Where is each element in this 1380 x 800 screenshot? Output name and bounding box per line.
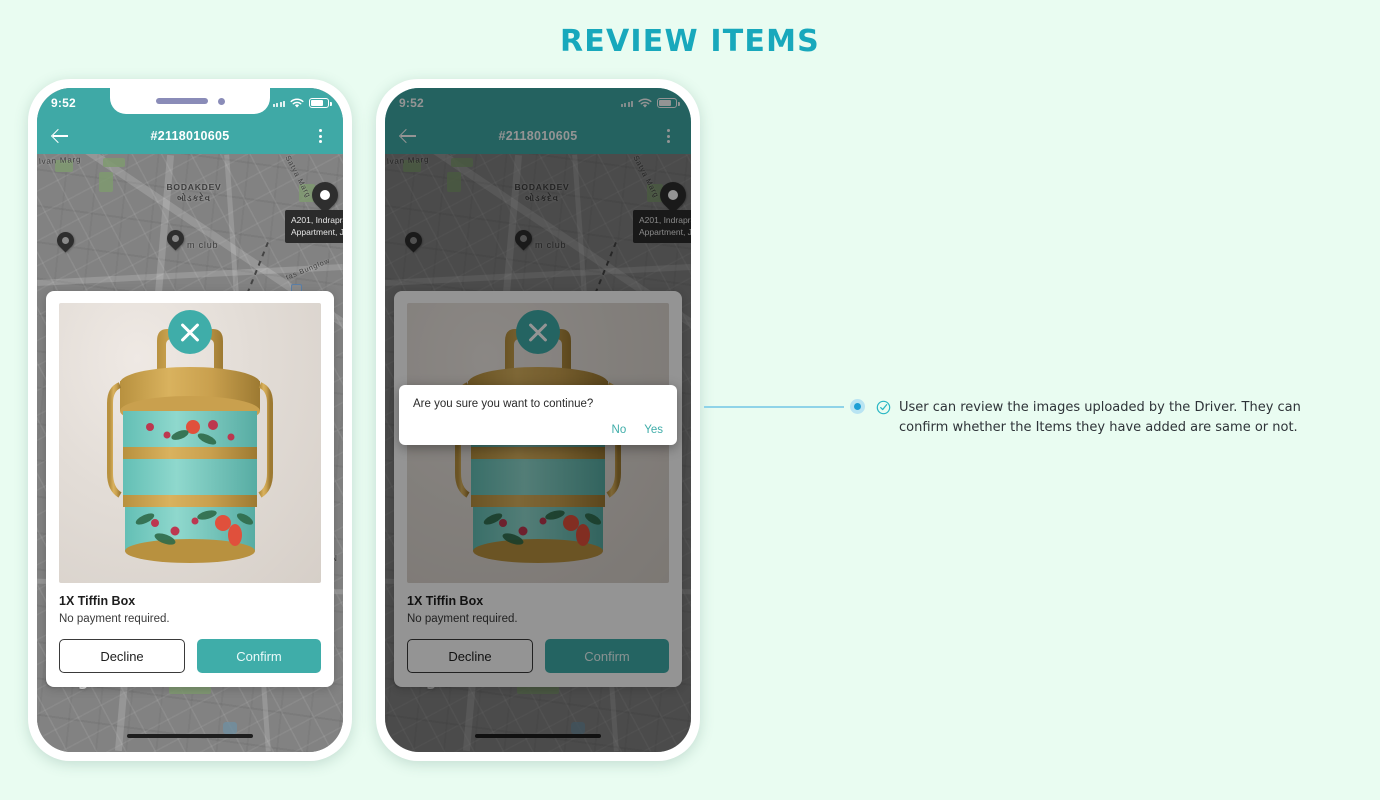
map-area-label: BODAKDEV બોડકદેવ (497, 182, 587, 203)
close-x-icon[interactable] (516, 310, 560, 354)
decline-button[interactable]: Decline (407, 639, 533, 673)
map-area-label-local: બોડકદેવ (177, 192, 211, 203)
status-time: 9:52 (51, 96, 76, 110)
product-title: 1X Tiffin Box (59, 594, 136, 608)
map-park (103, 158, 125, 167)
front-camera (217, 97, 225, 105)
map-park (451, 158, 473, 167)
overflow-menu-icon[interactable] (658, 129, 678, 143)
status-icons (272, 98, 332, 109)
back-arrow-icon[interactable] (50, 126, 70, 146)
phone-mockup-dialog: 9:52 #2118010605 lvan Marg Satya Marg m … (376, 79, 700, 761)
status-bar: 9:52 (385, 88, 691, 118)
order-id-label: #2118010605 (498, 129, 578, 143)
confirm-button[interactable]: Confirm (197, 639, 321, 673)
map-area-label-en: BODAKDEV (514, 182, 570, 192)
product-subtitle: No payment required. (407, 613, 518, 625)
decline-button[interactable]: Decline (59, 639, 185, 673)
app-bar: #2118010605 (37, 118, 343, 154)
dialog-actions: No Yes (413, 424, 663, 436)
map-road (385, 263, 691, 287)
card-actions: Decline Confirm (59, 639, 321, 673)
wifi-icon (638, 98, 652, 108)
music-pin-icon[interactable] (53, 228, 78, 253)
confirm-dialog: Are you sure you want to continue? No Ye… (399, 385, 677, 445)
signal-icon (272, 99, 285, 107)
dialog-message: Are you sure you want to continue? (413, 398, 594, 410)
annotation-text: User can review the images uploaded by t… (899, 400, 1301, 436)
back-arrow-icon[interactable] (398, 126, 418, 146)
music-pin-icon[interactable] (401, 228, 426, 253)
status-icons (620, 98, 680, 109)
map-water (571, 722, 585, 734)
map-park (447, 172, 461, 192)
home-indicator (475, 734, 601, 738)
page-root: REVIEW ITEMS 9:52 #2118010605 lvan Marg … (0, 0, 1380, 800)
home-indicator (127, 734, 253, 738)
overflow-menu-icon[interactable] (310, 129, 330, 143)
map-area-label-local: બોડકદેવ (525, 192, 559, 203)
battery-icon (309, 98, 332, 108)
phone-screen-primary: 9:52 #2118010605 lvan Marg Satya Marg ta… (37, 88, 343, 752)
earpiece-speaker (155, 98, 208, 104)
map-poi-label: m club (187, 240, 219, 250)
signal-icon (620, 99, 633, 107)
tiffin-box-illustration (107, 329, 273, 563)
map-water (223, 722, 237, 734)
product-title: 1X Tiffin Box (407, 594, 484, 608)
annotation-block: User can review the images uploaded by t… (876, 398, 1346, 438)
destination-pin-icon[interactable] (306, 176, 343, 214)
app-bar: #2118010605 (385, 118, 691, 154)
confirm-button[interactable]: Confirm (545, 639, 669, 673)
battery-icon (657, 98, 680, 108)
map-park (99, 172, 113, 192)
wifi-icon (290, 98, 304, 108)
order-id-label: #2118010605 (150, 129, 230, 143)
map-street-label: lvan Marg (386, 154, 430, 167)
map-street-label: lvan Marg (38, 154, 82, 167)
status-time: 9:52 (399, 96, 424, 110)
phone-screen-dialog: 9:52 #2118010605 lvan Marg Satya Marg m … (385, 88, 691, 752)
map-area-label: BODAKDEV બોડકદેવ (149, 182, 239, 203)
destination-pin-icon[interactable] (654, 176, 691, 214)
product-subtitle: No payment required. (59, 613, 170, 625)
bullet-dot-marker (850, 399, 865, 414)
map-address-tooltip: A201, Indrapras Appartment, Jud (285, 210, 343, 243)
dialog-no-button[interactable]: No (612, 424, 627, 436)
map-area-label-en: BODAKDEV (166, 182, 222, 192)
phone-notch (110, 88, 270, 114)
phone-mockup-primary: 9:52 #2118010605 lvan Marg Satya Marg ta… (28, 79, 352, 761)
page-title: REVIEW ITEMS (560, 24, 820, 59)
map-address-tooltip: A201, Indrapras Appartment, Jud (633, 210, 691, 243)
annotation-connector-line (704, 406, 844, 408)
close-x-icon[interactable] (168, 310, 212, 354)
check-circle-icon (876, 400, 891, 415)
map-poi-label: m club (535, 240, 567, 250)
card-actions: Decline Confirm (407, 639, 669, 673)
dialog-yes-button[interactable]: Yes (644, 424, 663, 436)
